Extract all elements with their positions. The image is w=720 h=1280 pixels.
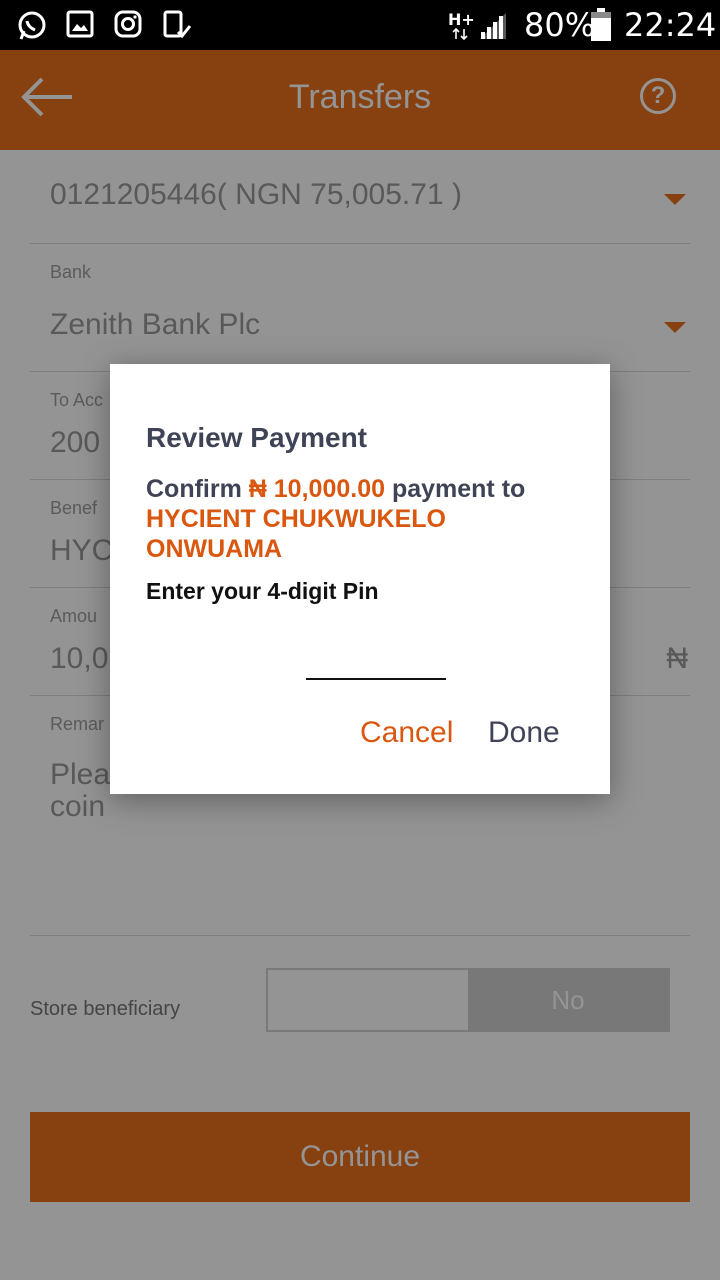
done-button[interactable]: Done — [488, 716, 560, 750]
dialog-title: Review Payment — [146, 422, 367, 453]
battery-icon — [591, 8, 611, 41]
recipient-name: HYCIENT CHUKWUKELO ONWUAMA — [146, 505, 446, 563]
payment-amount: ₦ 10,000.00 — [248, 475, 385, 503]
cancel-button[interactable]: Cancel — [360, 716, 453, 750]
status-bar: H+ 80% 22:24 — [0, 0, 720, 50]
clock: 22:24 — [624, 6, 717, 44]
signal-icon — [480, 13, 506, 39]
gallery-icon — [66, 10, 94, 38]
battery-percent: 80% — [524, 6, 596, 44]
device-check-icon — [163, 10, 192, 39]
review-payment-dialog: Review Payment Confirm ₦ 10,000.00 payme… — [110, 364, 610, 794]
confirm-prefix: Confirm — [146, 475, 249, 503]
pin-label: Enter your 4-digit Pin — [146, 578, 379, 604]
network-type-label: H+ — [448, 10, 475, 29]
pin-input[interactable] — [306, 640, 446, 680]
whatsapp-icon — [18, 11, 46, 40]
confirm-message: Confirm ₦ 10,000.00 payment to HYCIENT C… — [146, 474, 586, 564]
data-arrows-icon — [452, 28, 468, 40]
instagram-icon — [114, 10, 142, 38]
payment-to-text: payment to — [385, 475, 526, 503]
